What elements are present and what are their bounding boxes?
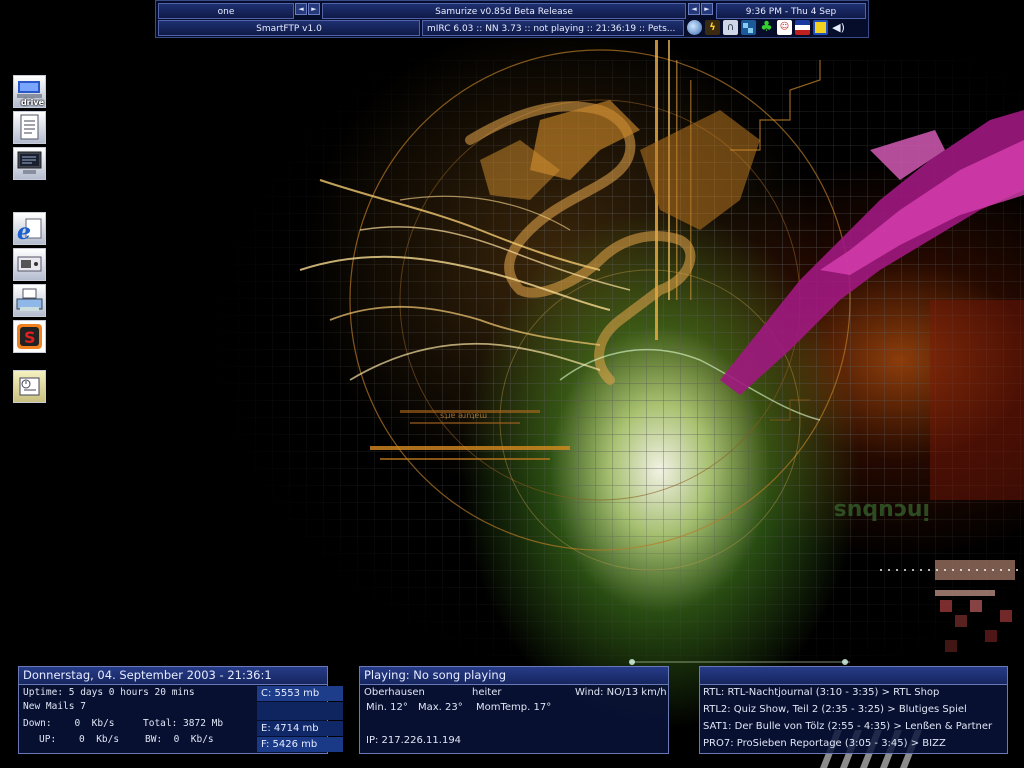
chat-icon[interactable]: ☺	[777, 20, 792, 35]
wallpaper-caption: sʇɹɐ ǝɹnʇɐɯ	[440, 411, 487, 420]
internet-explorer-icon[interactable]: e	[13, 212, 46, 245]
app-s-icon[interactable]: S	[13, 320, 46, 353]
task-next-arrow-2[interactable]: ►	[701, 3, 713, 15]
tv-guide-panel: RTL: RTL-Nachtjournal (3:10 - 3:35) > RT…	[699, 666, 1008, 754]
task-prev-arrow[interactable]: ◄	[295, 3, 307, 15]
uptime-text: Uptime: 5 days 0 hours 20 mins	[23, 687, 195, 698]
lightning-icon[interactable]: ϟ	[705, 20, 720, 35]
task-mirc-button[interactable]: mIRC 6.03 :: NN 3.73 :: not playing :: 2…	[422, 20, 684, 36]
weather-city: Oberhausen	[364, 687, 425, 698]
headphones-icon[interactable]: ∩	[723, 20, 738, 35]
weather-max-temp: Max. 23°	[418, 702, 463, 713]
task-next-arrow[interactable]: ►	[308, 3, 320, 15]
bandwidth-text: BW: 0 Kb/s	[145, 734, 214, 745]
task-smartftp-button[interactable]: SmartFTP v1.0	[158, 20, 420, 36]
new-mails-text: New Mails 7	[23, 701, 86, 712]
svg-text:e: e	[17, 219, 31, 244]
tv-guide-header	[700, 667, 1007, 685]
tv-listing-pro7: PRO7: ProSieben Reportage (3:05 - 3:45) …	[703, 738, 946, 749]
drive-f-usage: F: 5426 mb	[257, 737, 343, 752]
drive-icon[interactable]: drive	[13, 75, 46, 108]
drive-icon-label: drive	[20, 98, 44, 107]
desktop-wallpaper: sʇɹɐ ǝɹnʇɐɯ incubus	[0, 0, 1024, 768]
task-samurize-button[interactable]: Samurize v0.85d Beta Release	[322, 3, 686, 19]
globe-icon[interactable]	[687, 20, 702, 35]
taskbar-clock: 9:36 PM - Thu 4 Sep	[716, 3, 866, 19]
weather-panel: Playing: No song playing Oberhausen heit…	[359, 666, 669, 754]
now-playing-text: Playing: No song playing	[360, 667, 668, 685]
weather-current-temp: MomTemp. 17°	[476, 702, 552, 713]
clover-icon[interactable]: ♣	[759, 20, 774, 35]
my-computer-icon[interactable]	[13, 147, 46, 180]
weather-wind: Wind: NO/13 km/h	[575, 687, 667, 698]
sysinfo-date: Donnerstag, 04. September 2003 - 21:36:1	[19, 667, 327, 685]
tv-listing-rtl2: RTL2: Quiz Show, Teil 2 (2:35 - 3:25) > …	[703, 704, 967, 715]
monitor-icon[interactable]	[813, 20, 828, 35]
drive-e-usage: E: 4714 mb	[257, 721, 343, 736]
speaker-icon[interactable]: ◀)	[831, 20, 846, 35]
wallpaper-incubus-text: incubus	[834, 498, 930, 523]
up-speed-text: UP: 0 Kb/s	[39, 734, 120, 745]
task-one-button[interactable]: one	[158, 3, 294, 19]
total-traffic-text: Total: 3872 Mb	[143, 718, 224, 729]
ip-address-text: IP: 217.226.11.194	[366, 735, 462, 746]
task-prev-arrow-2[interactable]: ◄	[688, 3, 700, 15]
down-speed-text: Down: 0 Kb/s	[23, 718, 115, 729]
tv-listing-rtl: RTL: RTL-Nachtjournal (3:10 - 3:35) > RT…	[703, 687, 940, 698]
scheduler-icon[interactable]	[13, 370, 46, 403]
control-panel-icon[interactable]	[13, 248, 46, 281]
network-icon[interactable]	[741, 20, 756, 35]
svg-text:S: S	[24, 328, 36, 347]
sysinfo-panel: Donnerstag, 04. September 2003 - 21:36:1…	[18, 666, 343, 754]
flag-icon[interactable]	[795, 20, 810, 35]
drive-c-usage: C: 5553 mb	[257, 686, 343, 701]
weather-min-temp: Min. 12°	[366, 702, 408, 713]
samurize-taskbar: one ◄ ► Samurize v0.85d Beta Release ◄ ►…	[155, 0, 869, 38]
drive-d-spacer	[257, 702, 343, 720]
weather-condition: heiter	[472, 687, 502, 698]
printer-icon[interactable]	[13, 284, 46, 317]
document-icon[interactable]	[13, 111, 46, 144]
tv-listing-sat1: SAT1: Der Bulle von Tölz (2:55 - 4:35) >…	[703, 721, 993, 732]
wallpaper-artwork: sʇɹɐ ǝɹnʇɐɯ incubus	[299, 40, 1024, 768]
